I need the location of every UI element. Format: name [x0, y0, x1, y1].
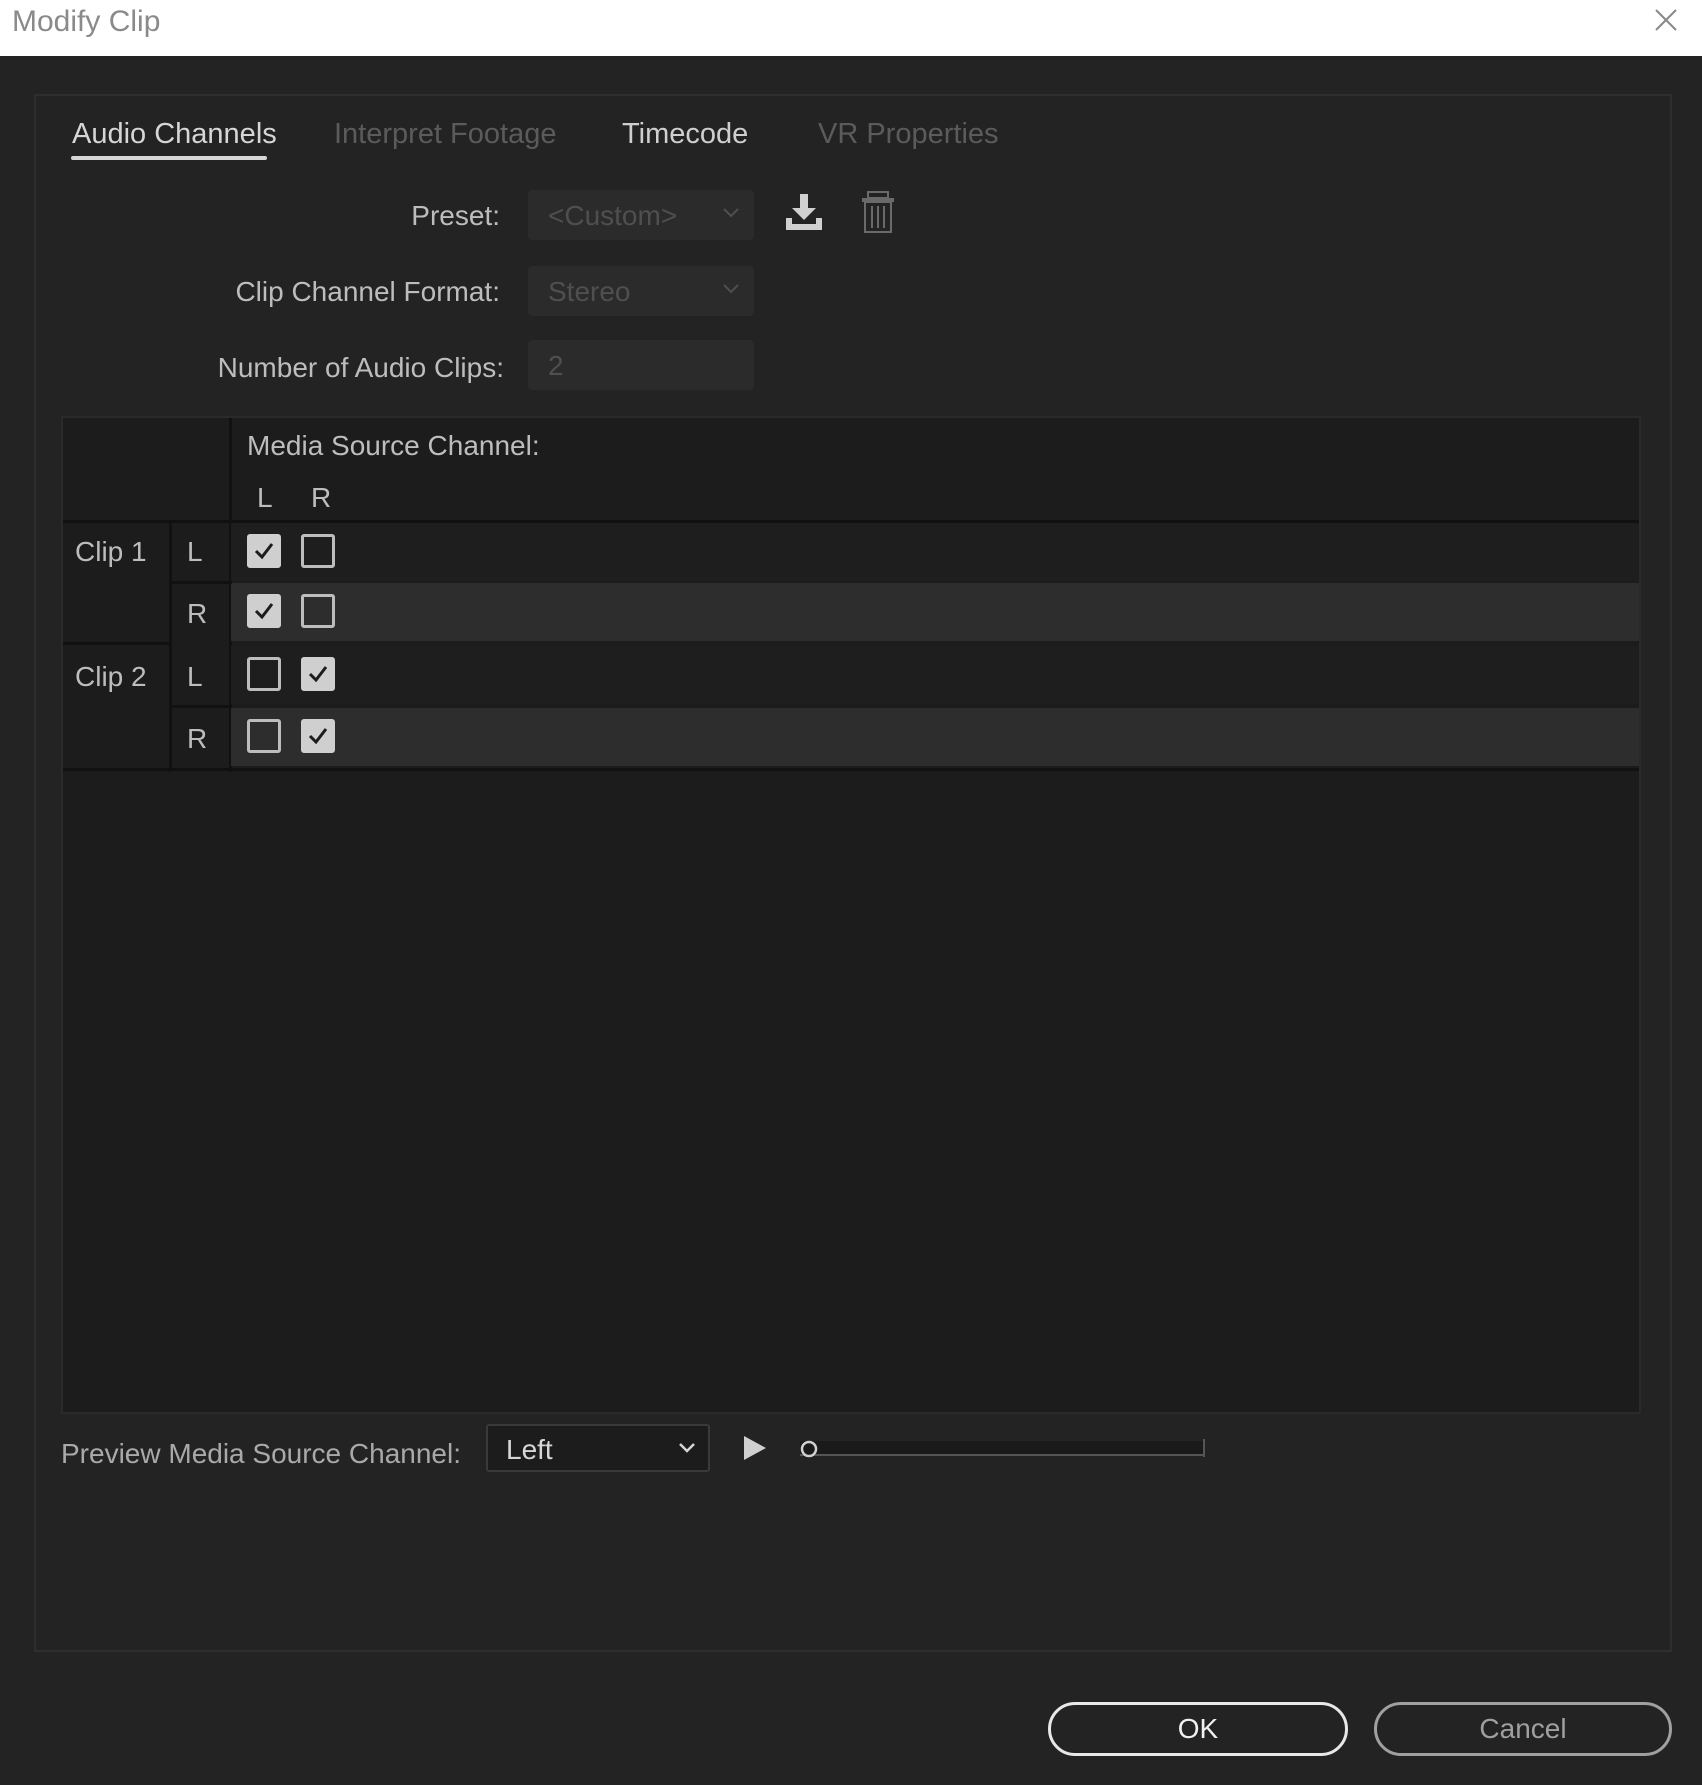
clip-label: Clip 1: [75, 536, 147, 567]
tab-audio-channels[interactable]: Audio Channels: [72, 118, 277, 151]
title-bar: Modify Clip: [0, 0, 1702, 56]
close-icon[interactable]: [1652, 6, 1680, 34]
checkmark-icon: [308, 666, 328, 683]
table-row: [231, 583, 1639, 641]
clip-divider: [169, 521, 172, 772]
channel-checkbox[interactable]: [247, 594, 281, 628]
clip-label: Clip 2: [75, 661, 147, 692]
playback-scrubber[interactable]: [796, 1435, 1208, 1461]
clip-channel-format-label: Clip Channel Format:: [235, 276, 500, 307]
checkmark-icon: [308, 728, 328, 745]
channel-label: R: [187, 598, 208, 629]
table-row: [231, 523, 1639, 581]
column-header-l: L: [257, 482, 273, 513]
media-source-channel-header: Media Source Channel:: [247, 430, 540, 461]
preview-media-source-channel-label: Preview Media Source Channel:: [61, 1438, 461, 1469]
active-tab-indicator: [71, 156, 267, 160]
checkmark-icon: [254, 603, 274, 620]
save-preset-icon[interactable]: [780, 188, 828, 236]
chevron-down-icon: [723, 284, 739, 294]
preview-channel-value: Left: [506, 1434, 553, 1465]
preset-label: Preset:: [411, 200, 500, 231]
number-of-audio-clips-label: Number of Audio Clips:: [217, 352, 504, 383]
cancel-button[interactable]: Cancel: [1374, 1702, 1672, 1756]
clip-row-divider: [63, 642, 172, 645]
delete-preset-icon[interactable]: [854, 188, 902, 236]
channel-row-divider: [169, 705, 232, 708]
checkmark-icon: [254, 543, 274, 560]
table-row: [231, 646, 1639, 704]
channel-checkbox[interactable]: [301, 534, 335, 568]
chevron-down-icon: [679, 1443, 695, 1453]
channel-checkbox[interactable]: [247, 719, 281, 753]
play-icon[interactable]: [740, 1433, 770, 1463]
clip-channel-format-select[interactable]: Stereo: [528, 266, 754, 316]
tab-vr-properties[interactable]: VR Properties: [818, 118, 999, 151]
number-of-audio-clips-input[interactable]: 2: [528, 340, 754, 390]
channel-checkbox[interactable]: [301, 719, 335, 753]
channel-checkbox[interactable]: [301, 594, 335, 628]
scrubber-handle: [800, 1440, 818, 1458]
chevron-down-icon: [723, 208, 739, 218]
ok-button[interactable]: OK: [1048, 1702, 1348, 1756]
table-row: [231, 708, 1639, 766]
tab-timecode[interactable]: Timecode: [622, 118, 748, 151]
dialog-panel: Audio Channels Interpret Footage Timecod…: [34, 94, 1672, 1652]
table-bottom-divider: [63, 768, 1639, 771]
window-title: Modify Clip: [12, 5, 161, 38]
column-header-r: R: [311, 482, 332, 513]
channel-checkbox[interactable]: [301, 657, 335, 691]
channel-label: L: [187, 661, 203, 692]
preset-select[interactable]: <Custom>: [528, 190, 754, 240]
number-of-audio-clips-value: 2: [548, 350, 564, 381]
channel-row-divider: [169, 581, 232, 584]
channel-checkbox[interactable]: [247, 657, 281, 691]
preview-channel-select[interactable]: Left: [486, 1424, 710, 1472]
tab-interpret-footage[interactable]: Interpret Footage: [334, 118, 556, 151]
channel-checkbox[interactable]: [247, 534, 281, 568]
preset-value: <Custom>: [548, 200, 678, 231]
channel-label: L: [187, 536, 203, 567]
channel-label: R: [187, 723, 208, 754]
clip-channel-format-value: Stereo: [548, 276, 631, 307]
channel-matrix: Media Source Channel: L R Clip 1 L R Cli…: [61, 416, 1641, 1414]
